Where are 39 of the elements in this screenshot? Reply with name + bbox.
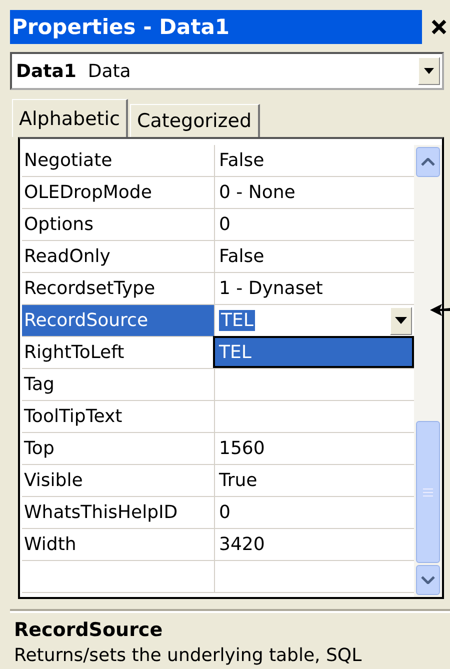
property-value[interactable]: False	[215, 241, 414, 272]
value-combo[interactable]: TEL	[215, 305, 414, 336]
property-name[interactable]: WhatsThisHelpID	[22, 497, 215, 528]
chevron-down-icon	[421, 576, 435, 584]
property-name[interactable]: ToolTipText	[22, 401, 215, 432]
property-name[interactable]: Options	[22, 209, 215, 240]
chevron-up-icon	[421, 158, 435, 166]
description-text: Returns/sets the underlying table, SQL	[14, 645, 363, 666]
property-value[interactable]: 0	[215, 209, 414, 240]
property-value[interactable]: False	[215, 145, 414, 176]
tab[interactable]: Categorized	[130, 104, 260, 137]
property-value[interactable]: 1 - Dynaset	[215, 273, 414, 304]
dropdown-button[interactable]	[390, 306, 412, 334]
grip-icon	[423, 488, 433, 496]
property-name[interactable]: Width	[22, 529, 215, 560]
dropdown-option[interactable]: TEL	[215, 338, 412, 366]
property-value[interactable]: 1560	[215, 433, 414, 464]
property-name[interactable]: Tag	[22, 369, 215, 400]
pointer-arrow	[430, 302, 450, 318]
tab[interactable]: Alphabetic	[12, 99, 128, 137]
window-title: Properties - Data1	[10, 10, 422, 44]
object-selector[interactable]: Data1 Data	[10, 52, 444, 90]
property-value[interactable]: 0 - None	[215, 177, 414, 208]
property-name[interactable]: RecordSource	[22, 305, 215, 336]
scroll-down-button[interactable]	[416, 565, 440, 595]
scroll-up-button[interactable]	[416, 147, 440, 177]
property-name[interactable]: OLEDropMode	[22, 177, 215, 208]
caret-icon	[424, 68, 434, 74]
scrollbar[interactable]	[414, 145, 442, 597]
property-name[interactable]: Top	[22, 433, 215, 464]
caret-icon	[395, 317, 407, 324]
dropdown-button[interactable]	[418, 57, 440, 85]
property-value[interactable]: 3420	[215, 529, 414, 560]
property-value[interactable]: True	[215, 465, 414, 496]
close-icon	[430, 18, 448, 36]
property-name[interactable]: Visible	[22, 465, 215, 496]
description-title: RecordSource	[14, 619, 164, 641]
property-value[interactable]: 0	[215, 497, 414, 528]
scroll-thumb[interactable]	[416, 421, 440, 563]
